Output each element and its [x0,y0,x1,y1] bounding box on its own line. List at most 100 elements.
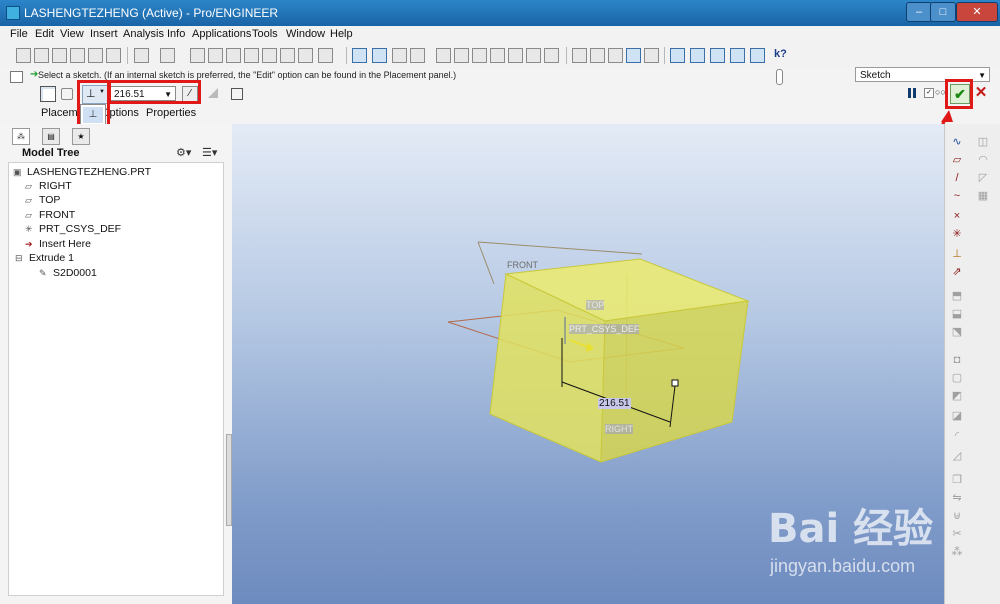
datum-axis-tool-icon[interactable]: / [951,172,963,184]
shell-tool-icon[interactable]: ▢ [951,372,963,384]
redo-icon[interactable] [160,48,175,63]
tree-item-top[interactable]: ▱ TOP [25,193,60,207]
pause-icon[interactable] [908,88,916,98]
wireframe-icon[interactable] [572,48,587,63]
regenerate-icon[interactable] [262,48,277,63]
draft-tool-icon[interactable]: ◪ [951,410,963,422]
tree-item-extrude[interactable]: ⊟ Extrude 1 [15,251,74,265]
enhanced-realism-icon[interactable] [644,48,659,63]
datum-csys-icon[interactable] [730,48,745,63]
menu-file[interactable]: File [10,28,28,40]
email-link-icon[interactable] [106,48,121,63]
hole-tool-icon[interactable]: ◘ [951,354,963,366]
menu-edit[interactable]: Edit [35,28,54,40]
round-tool-icon[interactable]: ◜ [951,430,963,442]
round-icon[interactable]: ◠ [977,154,989,166]
thicken-sketch-icon[interactable] [231,88,243,100]
undo-icon[interactable] [134,48,149,63]
tab-favorites[interactable]: ★ [72,128,90,145]
extrude-surface-icon[interactable] [61,88,73,100]
shell-icon[interactable]: ◫ [977,136,989,148]
right-plane-label[interactable]: RIGHT [605,424,633,434]
selection-box-icon[interactable] [318,48,333,63]
chamfer-tool-icon[interactable]: ◿ [951,450,963,462]
save-icon[interactable] [52,48,67,63]
datum-plane-tool-icon[interactable]: ▱ [951,154,963,166]
datum-axes-icon[interactable] [690,48,705,63]
no-hidden-icon[interactable] [608,48,623,63]
new-file-icon[interactable] [16,48,31,63]
tree-settings-icon[interactable]: ⚙▾ [176,146,191,159]
email-icon[interactable] [88,48,103,63]
tree-item-front[interactable]: ▱ FRONT [25,208,75,222]
menu-view[interactable]: View [60,28,84,40]
annotations-icon[interactable] [750,48,765,63]
preview-checkbox[interactable]: ✓ [924,88,934,98]
csys-label[interactable]: PRT_CSYS_DEF [569,324,640,334]
hidden-line-icon[interactable] [590,48,605,63]
copy-icon[interactable] [208,48,223,63]
csys-tool-icon[interactable]: ✳ [951,228,963,240]
tab-properties[interactable]: Properties [146,107,196,119]
tree-show-icon[interactable]: ☰▾ [202,146,217,159]
tree-item-sketch[interactable]: ✎ S2D0001 [39,266,97,280]
layers-icon[interactable] [526,48,541,63]
zoom-out-icon[interactable] [454,48,469,63]
refit-icon[interactable] [472,48,487,63]
tree-item-insert-here[interactable]: ➔ Insert Here [25,237,91,251]
menu-help[interactable]: Help [330,28,353,40]
remove-material-icon[interactable] [208,88,218,98]
find-icon[interactable] [280,48,295,63]
saved-views-icon[interactable] [508,48,523,63]
tree-item-part[interactable]: ▣ LASHENGTEZHENG.PRT [13,165,151,179]
paste-special-icon[interactable] [244,48,259,63]
tab-model-tree[interactable]: ⁂ [12,128,30,145]
extrude-solid-icon[interactable] [40,86,56,102]
datum-planes-icon[interactable] [670,48,685,63]
maximize-button[interactable]: □ [930,2,956,22]
mirror-tool-icon[interactable]: ⇋ [951,492,963,504]
spin-center-icon[interactable] [372,48,387,63]
repaint-icon[interactable] [352,48,367,63]
trim-tool-icon[interactable]: ✂ [951,528,963,540]
sketch-tool-icon[interactable]: ∿ [951,136,963,148]
context-help-icon[interactable]: k? [774,48,787,60]
appearance-icon[interactable] [410,48,425,63]
rib-tool-icon[interactable]: ◩ [951,390,963,402]
insert-component-icon[interactable]: ⇗ [951,266,963,278]
message-log-icon[interactable] [10,71,23,83]
binoculars-icon[interactable] [298,48,313,63]
menu-tools[interactable]: Tools [252,28,278,40]
reorient-icon[interactable] [490,48,505,63]
datum-point-tool-icon[interactable]: × [951,210,963,222]
front-plane-label[interactable]: FRONT [507,260,538,270]
cut-icon[interactable] [190,48,205,63]
print-icon[interactable] [70,48,85,63]
analysis-feature-icon[interactable]: ⊥ [951,248,963,260]
merge-tool-icon[interactable]: ⊎ [951,510,963,522]
view-manager-icon[interactable] [544,48,559,63]
datum-curve-tool-icon[interactable]: ~ [951,190,963,202]
top-plane-label[interactable]: TOP [586,300,605,310]
orient-mode-icon[interactable] [392,48,407,63]
menu-insert[interactable]: Insert [90,28,118,40]
chamfer-icon[interactable]: ◸ [977,172,989,184]
pattern-tool-icon[interactable]: ⁂ [951,546,963,558]
paste-icon[interactable] [226,48,241,63]
zoom-in-icon[interactable] [436,48,451,63]
datum-points-icon[interactable] [710,48,725,63]
cancel-button[interactable]: ✕ [974,84,988,102]
tree-item-csys[interactable]: ✳ PRT_CSYS_DEF [25,222,121,236]
copy-tool-icon[interactable]: ❐ [951,474,963,486]
depth-dimension-label[interactable]: 216.51 [598,398,631,409]
menu-analysis[interactable]: Analysis [123,28,164,40]
variable-sweep-icon[interactable]: ⬔ [951,326,963,338]
tab-folder-browser[interactable]: ▤ [42,128,60,145]
menu-applications[interactable]: Applications [192,28,251,40]
menu-info[interactable]: Info [167,28,185,40]
revolve-tool-icon[interactable]: ⬓ [951,308,963,320]
menu-window[interactable]: Window [286,28,325,40]
hole-icon[interactable]: ▦ [977,190,989,202]
minimize-button[interactable]: – [906,2,932,22]
close-button[interactable]: ✕ [956,2,998,22]
